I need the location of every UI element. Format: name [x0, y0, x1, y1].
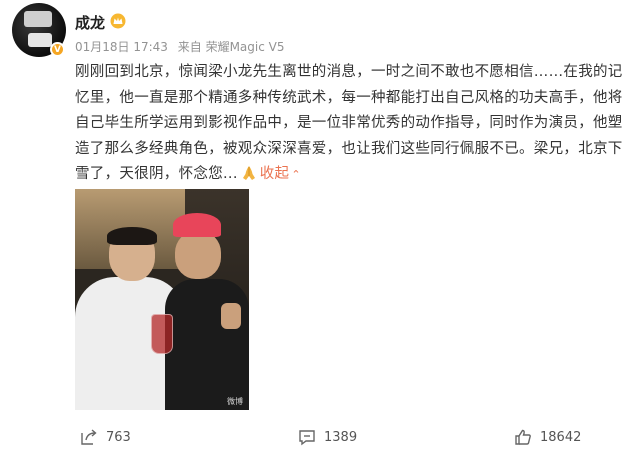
- share-icon: [81, 429, 97, 445]
- post-meta: 01月18日 17:43 来自 荣耀Magic V5: [75, 38, 291, 55]
- post-content: 刚刚回到北京，惊闻梁小龙先生离世的消息，一时之间不敢也不愿相信……在我的记忆里，…: [75, 60, 635, 188]
- action-bar: 763 1389 18642: [0, 428, 640, 452]
- avatar-image-top: [24, 11, 52, 27]
- chevron-up-icon: ⌃: [291, 168, 301, 181]
- like-count: 18642: [540, 429, 582, 445]
- post-source: 来自 荣耀Magic V5: [177, 40, 285, 54]
- avatar-image-bottom: [28, 33, 52, 47]
- comment-button[interactable]: 1389: [298, 428, 357, 446]
- praying-hands-icon: [242, 166, 255, 180]
- photo-watermark: 微博: [227, 397, 243, 406]
- like-button[interactable]: 18642: [514, 428, 581, 446]
- share-button[interactable]: 763: [80, 428, 131, 446]
- post-date[interactable]: 01月18日 17:43: [75, 40, 168, 54]
- person-right: [165, 213, 249, 410]
- thumbs-up-icon: [515, 429, 531, 445]
- collapse-link[interactable]: 收起 ⌃: [260, 166, 301, 182]
- comment-icon: [299, 430, 315, 446]
- crown-icon: [110, 13, 126, 29]
- comment-count: 1389: [324, 429, 358, 445]
- share-count: 763: [106, 429, 131, 445]
- author-name[interactable]: 成龙: [75, 12, 105, 33]
- post-text: 刚刚回到北京，惊闻梁小龙先生离世的消息，一时之间不敢也不愿相信……在我的记忆里，…: [75, 64, 623, 182]
- verified-badge-icon: V: [50, 42, 65, 57]
- wine-glass: [151, 314, 173, 354]
- post-photo[interactable]: 微博: [75, 189, 249, 410]
